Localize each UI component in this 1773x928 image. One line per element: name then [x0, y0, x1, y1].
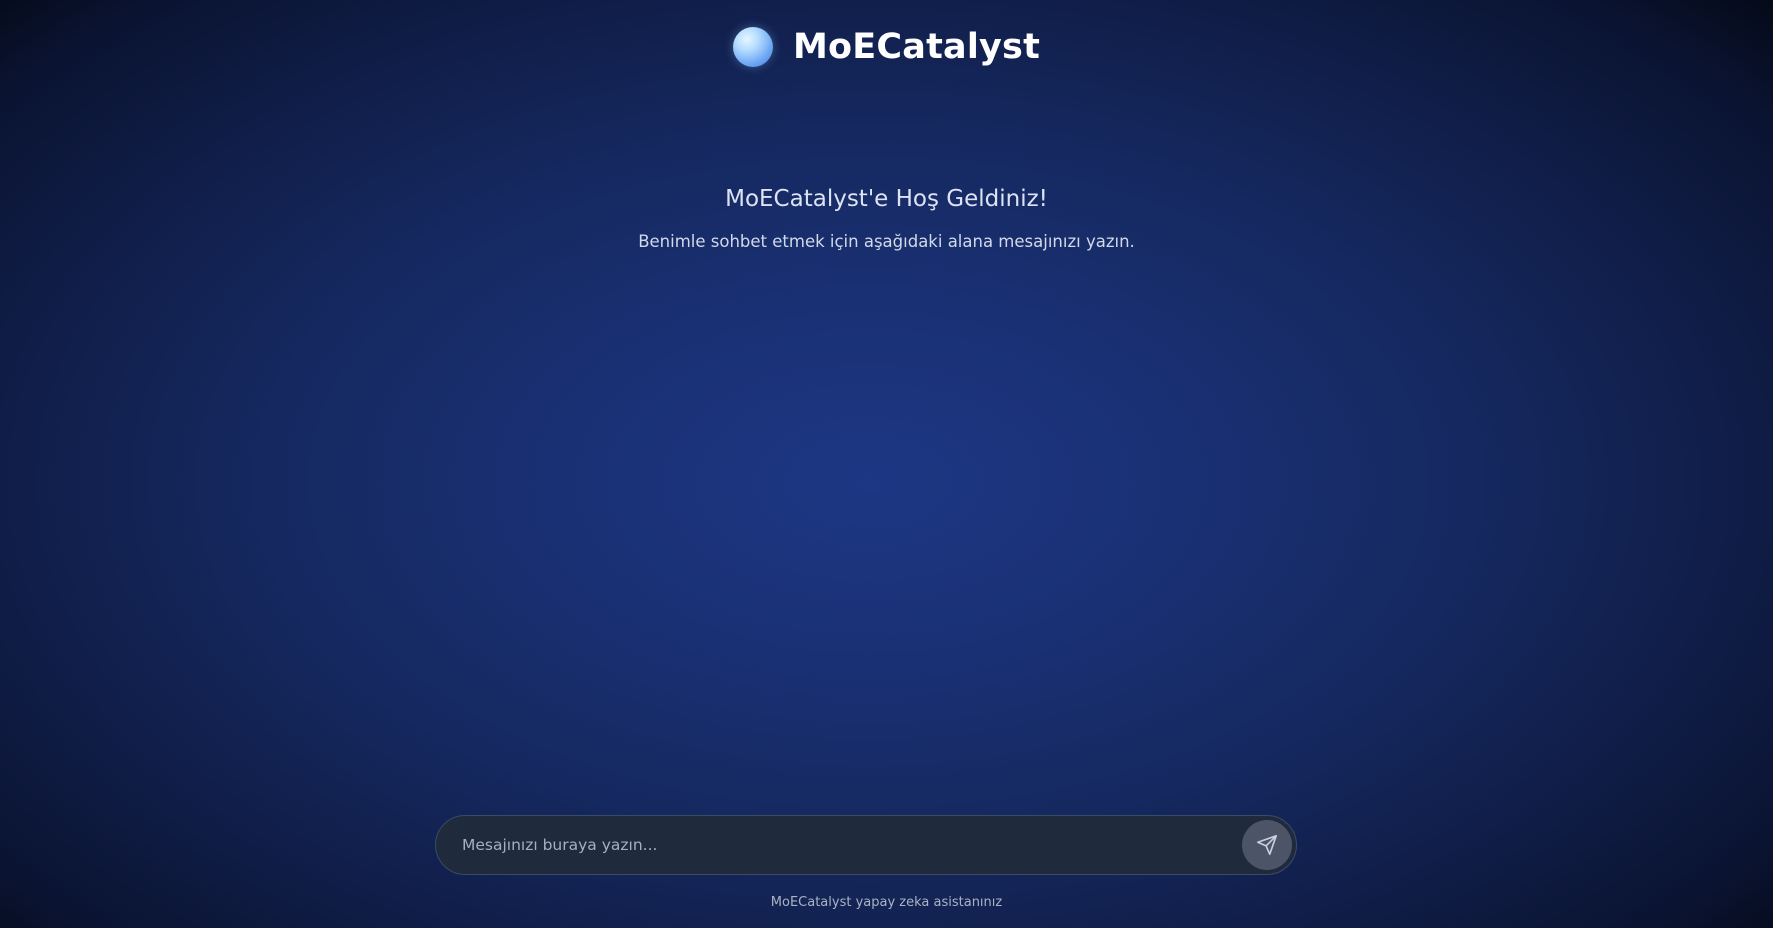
glowing-orb-icon [732, 27, 773, 67]
welcome-title: MoECatalyst'e Hoş Geldiniz! [725, 186, 1048, 212]
send-button[interactable] [1242, 820, 1292, 870]
welcome-subtitle: Benimle sohbet etmek için aşağıdaki alan… [638, 232, 1135, 251]
message-input[interactable] [460, 824, 1232, 866]
footer-note: MoECatalyst yapay zeka asistanınız [770, 895, 1003, 910]
send-icon [1257, 835, 1277, 855]
app-header: MoECatalyst [0, 22, 1773, 72]
app-title: MoECatalyst [792, 27, 1040, 67]
message-composer [435, 815, 1297, 875]
welcome-section: MoECatalyst'e Hoş Geldiniz! Benimle sohb… [0, 178, 1773, 254]
